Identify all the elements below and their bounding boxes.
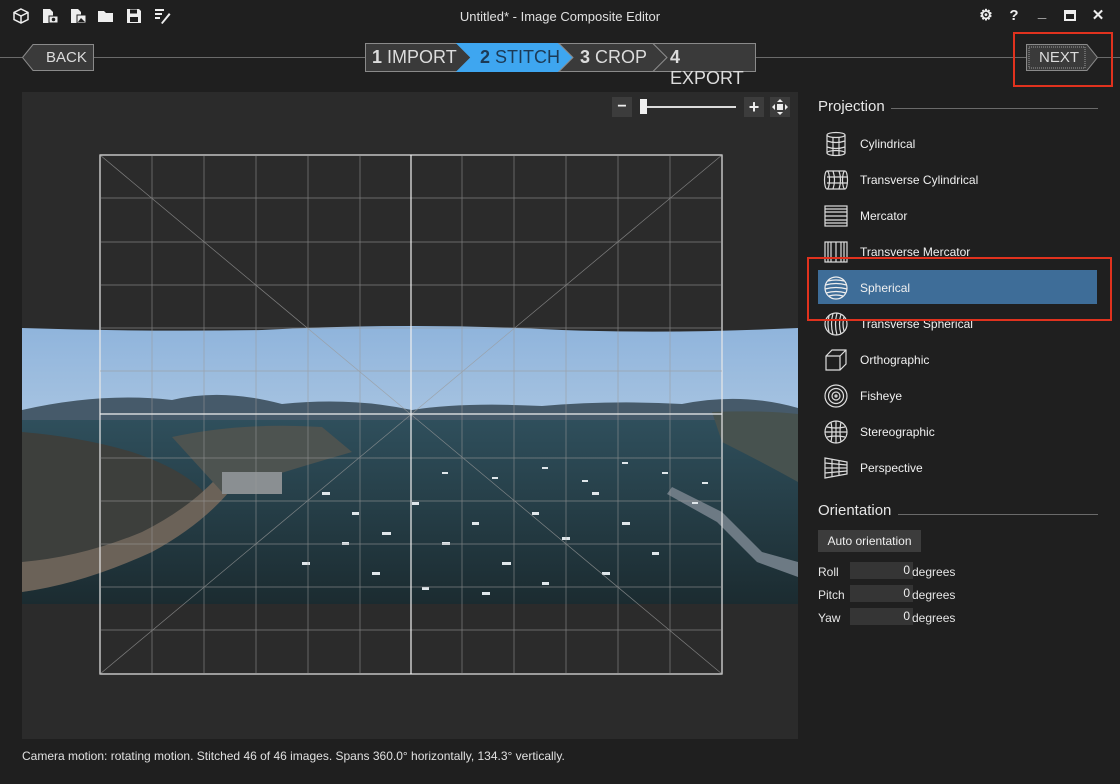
perspective-icon: [822, 454, 850, 482]
spherical-highlight: [807, 257, 1112, 321]
projection-transverse-cylindrical[interactable]: Transverse Cylindrical: [818, 162, 1097, 196]
step-import[interactable]: 1 IMPORT: [372, 47, 457, 68]
clean-icon[interactable]: [152, 6, 172, 26]
projection-label: Orthographic: [860, 353, 930, 367]
orientation-title: Orientation: [818, 502, 892, 519]
projection-label: Cylindrical: [860, 137, 916, 151]
back-label: BACK: [46, 49, 87, 66]
projection-cylindrical[interactable]: Cylindrical: [818, 126, 1097, 160]
projection-label: Stereographic: [860, 425, 935, 439]
projection-perspective[interactable]: Perspective: [818, 450, 1097, 484]
yaw-label: Yaw: [818, 611, 841, 625]
step-stitch[interactable]: 2 STITCH: [480, 47, 560, 68]
projection-label: Fisheye: [860, 389, 903, 403]
fisheye-icon: [822, 382, 850, 410]
nav-line-mid-left: [94, 57, 365, 58]
zoom-controls: − +: [612, 97, 792, 119]
next-highlight: [1013, 32, 1113, 87]
nav-line-mid-right: [756, 57, 1026, 58]
auto-orientation-button[interactable]: Auto orientation: [818, 530, 921, 552]
zoom-in-button[interactable]: +: [744, 97, 764, 117]
settings-icon[interactable]: ⚙: [976, 6, 996, 26]
fit-to-window-icon[interactable]: [770, 97, 790, 117]
pitch-unit: degrees: [912, 588, 956, 602]
projection-rule: [891, 108, 1098, 109]
roll-input[interactable]: 0: [850, 562, 913, 579]
save-icon[interactable]: [124, 6, 144, 26]
pitch-label: Pitch: [818, 588, 845, 602]
roll-row: Roll 0 degrees: [818, 562, 958, 580]
panorama-preview: [22, 154, 798, 675]
status-text: Camera motion: rotating motion. Stitched…: [22, 749, 565, 763]
projection-mercator[interactable]: Mercator: [818, 198, 1097, 232]
new-from-video-icon[interactable]: [40, 6, 60, 26]
projection-label: Mercator: [860, 209, 908, 223]
yaw-unit: degrees: [912, 611, 956, 625]
stitch-preview-canvas[interactable]: − +: [22, 92, 798, 739]
step-crop[interactable]: 3 CROP: [580, 47, 647, 68]
zoom-slider-thumb[interactable]: [640, 99, 647, 114]
nav-line-left: [0, 57, 22, 58]
minimize-button[interactable]: _: [1032, 3, 1052, 23]
roll-unit: degrees: [912, 565, 956, 579]
new-from-images-icon[interactable]: [68, 6, 88, 26]
stereographic-icon: [822, 418, 850, 446]
cylindrical-icon: [822, 130, 850, 158]
yaw-row: Yaw 0 degrees: [818, 608, 958, 626]
back-button[interactable]: BACK: [22, 44, 94, 71]
roll-label: Roll: [818, 565, 839, 579]
projection-label: Transverse Cylindrical: [860, 173, 979, 187]
workflow-steps: 1 IMPORT 2 STITCH 3 CROP 4 EXPORT: [365, 43, 756, 88]
transverse-cylindrical-icon: [822, 166, 850, 194]
mercator-icon: [822, 202, 850, 230]
orientation-rule: [898, 514, 1098, 515]
pitch-row: Pitch 0 degrees: [818, 585, 958, 603]
projection-label: Perspective: [860, 461, 923, 475]
projection-orthographic[interactable]: Orthographic: [818, 342, 1097, 376]
step-export[interactable]: 4 EXPORT: [670, 47, 756, 89]
zoom-slider[interactable]: [640, 97, 736, 117]
yaw-input[interactable]: 0: [850, 608, 913, 625]
orthographic-icon: [822, 346, 850, 374]
help-button[interactable]: ?: [1004, 6, 1024, 26]
projection-stereographic[interactable]: Stereographic: [818, 414, 1097, 448]
maximize-button[interactable]: [1060, 6, 1080, 26]
title-bar: Untitled* - Image Composite Editor ⚙ ? _…: [0, 0, 1120, 34]
new-panorama-icon[interactable]: [11, 6, 31, 26]
close-button[interactable]: ✕: [1088, 6, 1108, 26]
projection-fisheye[interactable]: Fisheye: [818, 378, 1097, 412]
open-icon[interactable]: [96, 6, 116, 26]
projection-title: Projection: [818, 98, 885, 115]
pitch-input[interactable]: 0: [850, 585, 913, 602]
zoom-out-button[interactable]: −: [612, 97, 632, 117]
